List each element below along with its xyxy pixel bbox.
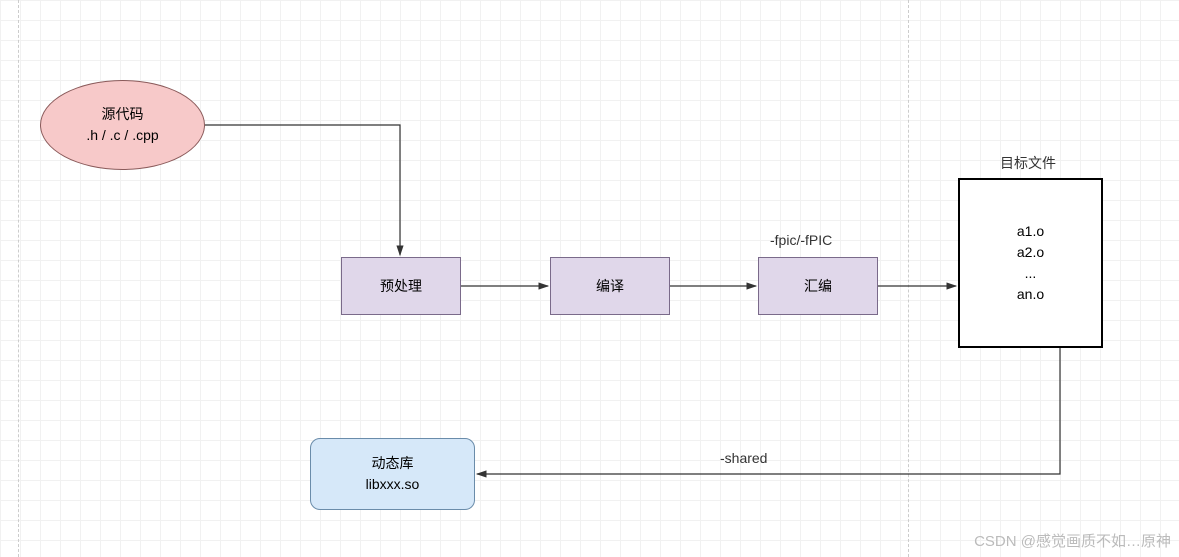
edge-label-shared: -shared bbox=[720, 450, 767, 466]
edge-label-fpic: -fpic/-fPIC bbox=[770, 232, 832, 248]
node-lib-sub: libxxx.so bbox=[366, 474, 420, 495]
node-lib-title: 动态库 bbox=[372, 453, 414, 474]
node-source-title: 源代码 bbox=[102, 104, 144, 125]
watermark-text: CSDN @感觉画质不如…原神 bbox=[974, 530, 1171, 551]
node-compile[interactable]: 编译 bbox=[550, 257, 670, 315]
arrow-source-to-preprocess bbox=[205, 125, 400, 255]
node-assemble-label: 汇编 bbox=[804, 276, 832, 297]
node-preprocess-label: 预处理 bbox=[380, 276, 422, 297]
target-line-1: a2.o bbox=[1017, 242, 1044, 263]
target-line-3: an.o bbox=[1017, 284, 1044, 305]
node-assemble[interactable]: 汇编 bbox=[758, 257, 878, 315]
node-source-code[interactable]: 源代码 .h / .c / .cpp bbox=[40, 80, 205, 170]
node-preprocess[interactable]: 预处理 bbox=[341, 257, 461, 315]
node-target-title: 目标文件 bbox=[1000, 153, 1056, 173]
node-dynamic-lib[interactable]: 动态库 libxxx.so bbox=[310, 438, 475, 510]
arrow-target-to-lib bbox=[477, 348, 1060, 474]
target-line-2: ... bbox=[1025, 263, 1037, 284]
node-source-sub: .h / .c / .cpp bbox=[86, 125, 158, 146]
target-line-0: a1.o bbox=[1017, 221, 1044, 242]
page-guide-right bbox=[908, 0, 909, 557]
node-target-files[interactable]: a1.o a2.o ... an.o bbox=[958, 178, 1103, 348]
node-compile-label: 编译 bbox=[596, 276, 624, 297]
page-guide-left bbox=[18, 0, 19, 557]
